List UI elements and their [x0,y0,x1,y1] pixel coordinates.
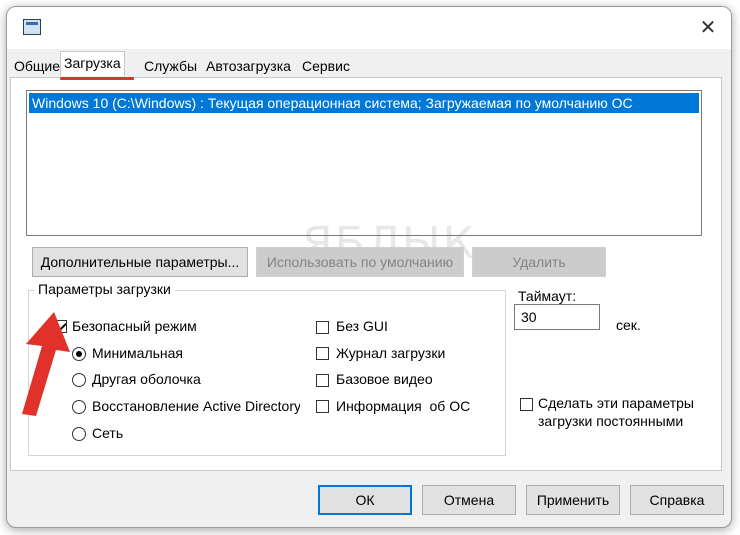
radio-alternate-shell[interactable] [72,373,86,387]
tab-tools[interactable]: Сервис [298,54,354,76]
help-button[interactable]: Справка [630,485,724,515]
set-default-button[interactable]: Использовать по умолчанию [256,247,464,277]
tab-startup[interactable]: Автозагрузка [202,54,295,76]
tab-services[interactable]: Службы [140,54,201,76]
msconfig-app-icon [23,19,41,35]
timeout-label: Таймаут: [518,288,577,304]
boot-options-title: Параметры загрузки [34,281,175,297]
safe-boot-label: Безопасный режим [72,318,197,334]
radio-network[interactable] [72,427,86,441]
tab-highlight-annotation [60,77,134,80]
title-bar: ✕ [7,7,731,49]
apply-button[interactable]: Применить [526,485,620,515]
boot-log-label: Журнал загрузки [336,345,446,361]
tab-boot[interactable]: Загрузка [60,51,125,76]
radio-alternate-shell-label: Другая оболочка [92,371,201,387]
make-permanent-label-line2: загрузки постоянными [538,413,684,429]
boot-entries-list[interactable]: Windows 10 (C:\Windows) : Текущая операц… [26,90,702,236]
os-info-checkbox[interactable] [316,400,329,413]
make-permanent-label-line1: Сделать эти параметры [538,395,694,411]
timeout-unit: сек. [616,317,641,333]
radio-minimal[interactable] [72,347,86,361]
no-gui-checkbox[interactable] [316,321,329,334]
no-gui-label: Без GUI [336,318,388,334]
radio-minimal-label: Минимальная [92,345,184,361]
tab-general[interactable]: Общие [10,54,64,76]
base-video-label: Базовое видео [336,371,433,387]
close-icon[interactable]: ✕ [693,17,723,39]
cancel-button[interactable]: Отмена [422,485,516,515]
make-permanent-checkbox[interactable] [520,398,533,411]
advanced-options-button[interactable]: Дополнительные параметры... [32,247,248,277]
red-arrow-annotation-icon [22,312,70,416]
boot-log-checkbox[interactable] [316,347,329,360]
ok-button[interactable]: ОК [318,485,412,515]
boot-entry-item[interactable]: Windows 10 (C:\Windows) : Текущая операц… [29,93,699,113]
delete-button[interactable]: Удалить [472,247,606,277]
timeout-input[interactable]: 30 [514,304,600,330]
base-video-checkbox[interactable] [316,374,329,387]
radio-ad-repair-label: Восстановление Active Directory [92,398,300,414]
os-info-label: Информация об ОС [336,398,471,414]
radio-ad-repair[interactable] [72,400,86,414]
radio-network-label: Сеть [92,425,124,441]
